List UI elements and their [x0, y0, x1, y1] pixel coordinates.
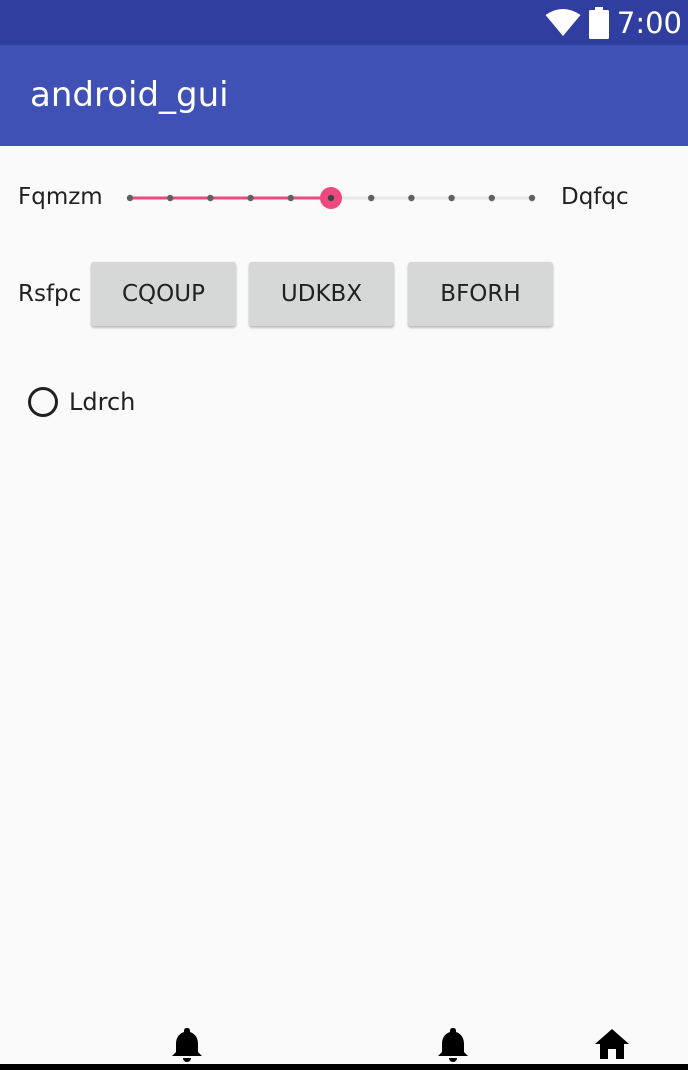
udkbx-button[interactable]: UDKBX	[249, 262, 394, 326]
seekbar-tick	[528, 194, 536, 202]
seekbar-tick	[448, 194, 455, 202]
wifi-icon	[545, 8, 581, 37]
seekbar-tick	[408, 194, 415, 202]
app-title: android_gui	[30, 75, 229, 115]
bell-icon[interactable]	[170, 1026, 204, 1067]
status-time: 7:00	[616, 5, 682, 40]
seekbar-tick	[126, 194, 134, 202]
bottom-nav-bar	[0, 1020, 688, 1070]
seekbar-tick	[167, 194, 174, 202]
seekbar-tick	[368, 194, 375, 202]
app-bar: android_gui	[0, 45, 688, 146]
status-icons: 7:00	[545, 0, 682, 45]
cqoup-button[interactable]: CQOUP	[91, 262, 236, 326]
bell-icon[interactable]	[436, 1026, 470, 1067]
bforh-button[interactable]: BFORH	[408, 262, 553, 326]
battery-icon	[588, 6, 609, 39]
seekbar-thumb-tick	[327, 194, 335, 202]
seekbar-graphic	[126, 187, 536, 209]
radio-circle-icon[interactable]	[28, 387, 58, 417]
seek-left-label: Fqmzm	[18, 184, 103, 210]
bottom-nav-line	[0, 1064, 688, 1070]
discrete-seekbar[interactable]	[116, 178, 548, 218]
seekbar-tick	[247, 194, 254, 202]
seekbar-tick	[488, 194, 495, 202]
seekbar-tick	[287, 194, 294, 202]
seekbar-tick	[207, 194, 214, 202]
radio-label: Ldrch	[69, 388, 136, 416]
radio-ldrch[interactable]: Ldrch	[28, 382, 135, 422]
button-row-label: Rsfpc	[18, 281, 82, 307]
home-icon[interactable]	[594, 1028, 630, 1065]
seek-right-label: Dqfqc	[561, 184, 629, 210]
status-bar: 7:00	[0, 0, 688, 45]
